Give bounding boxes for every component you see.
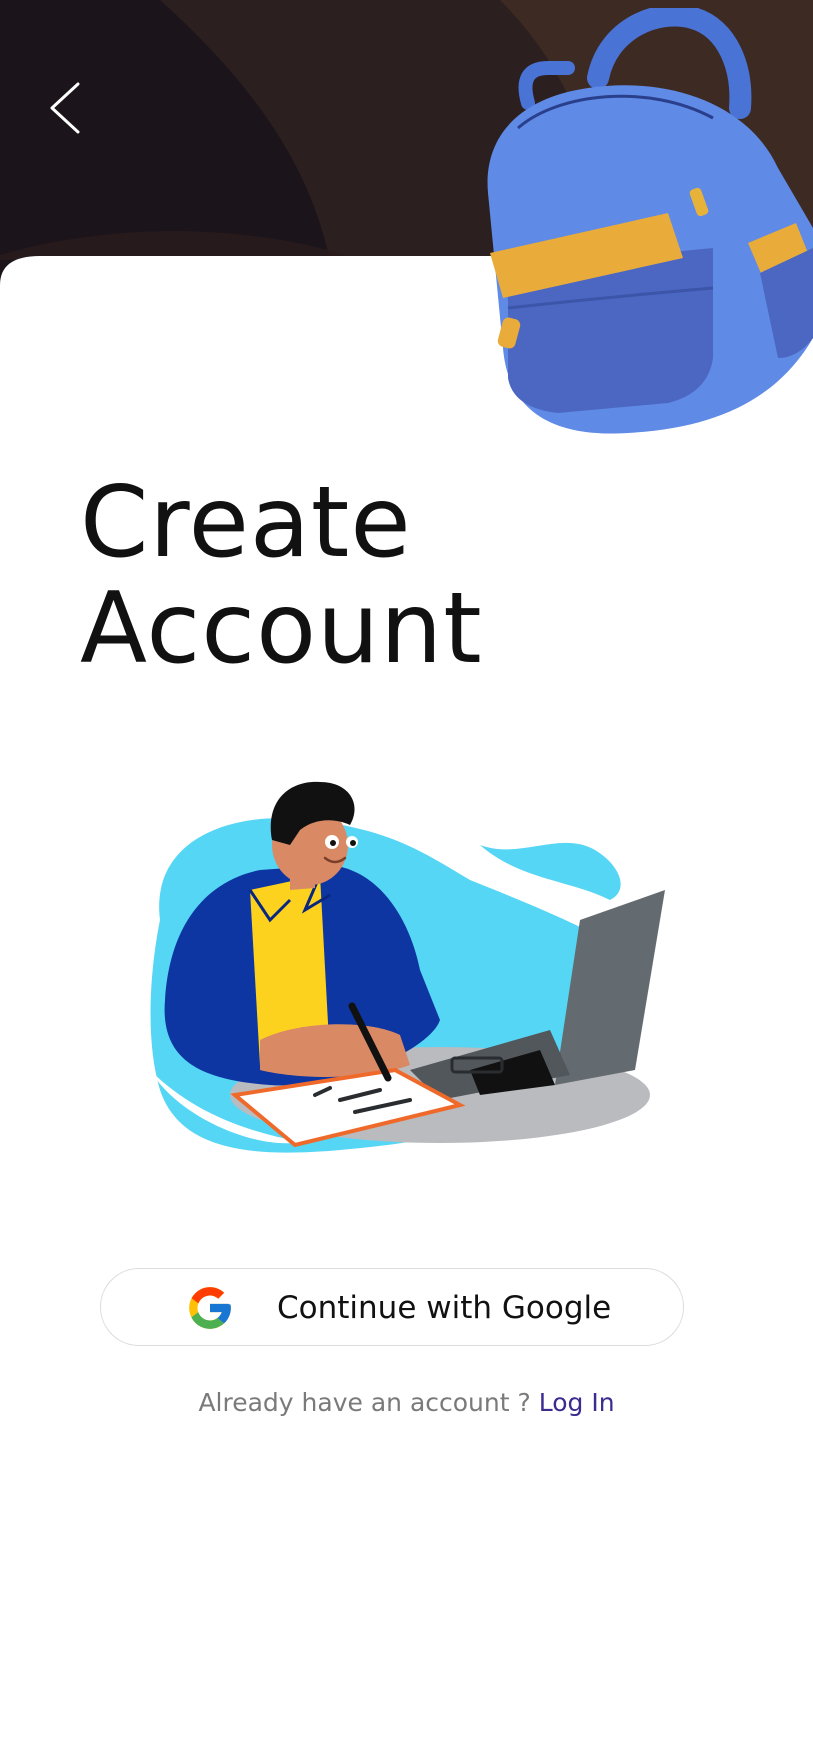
login-link[interactable]: Log In: [539, 1388, 615, 1417]
google-icon: [189, 1287, 231, 1329]
backpack-illustration: [478, 8, 813, 438]
continue-with-google-button[interactable]: Continue with Google: [100, 1268, 684, 1346]
title-line-2: Account: [80, 572, 483, 686]
login-prompt-text: Already have an account ?: [198, 1388, 531, 1417]
back-button[interactable]: [36, 70, 96, 150]
chevron-left-icon: [50, 82, 80, 134]
title-line-1: Create: [80, 466, 412, 580]
page-title: Create Account: [80, 470, 483, 682]
login-prompt: Already have an account ? Log In: [0, 1388, 813, 1417]
google-button-label: Continue with Google: [277, 1290, 612, 1326]
person-writing-illustration: [140, 770, 680, 1160]
